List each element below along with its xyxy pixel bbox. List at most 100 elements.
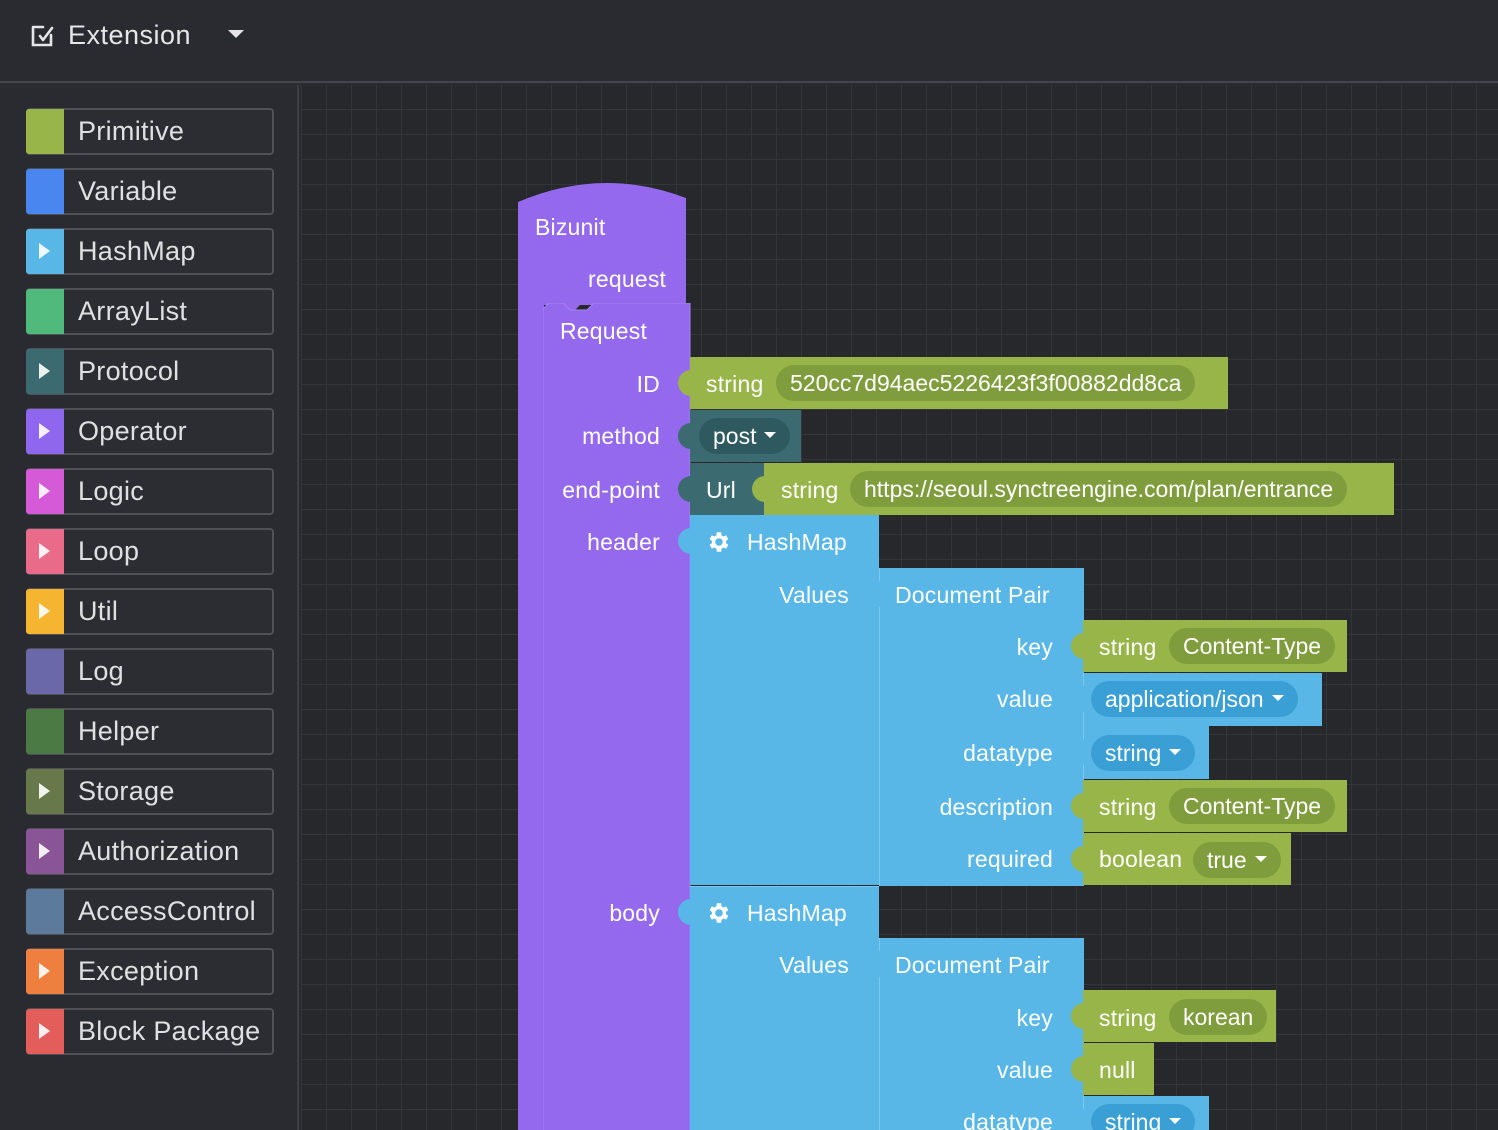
expand-arrow-icon[interactable] <box>39 1023 50 1039</box>
category-color-swatch <box>26 1009 64 1054</box>
header-pair-title: Document Pair <box>895 582 1050 608</box>
request-method-label: method <box>582 423 660 449</box>
request-title: Request <box>560 318 648 344</box>
category-protocol[interactable]: Protocol <box>26 348 274 395</box>
category-block-package[interactable]: Block Package <box>26 1008 274 1055</box>
header-document-pair-block[interactable] <box>879 568 1084 886</box>
expand-arrow-icon[interactable] <box>39 483 50 499</box>
category-color-swatch <box>26 469 64 514</box>
category-color-swatch <box>26 769 64 814</box>
expand-arrow-icon[interactable] <box>39 243 50 259</box>
body-pair-value-label: value <box>997 1057 1053 1083</box>
method-dropdown[interactable]: post <box>699 418 791 454</box>
workspace-canvas[interactable]: Bizunit request Request ID method end-po… <box>301 85 1498 1130</box>
category-color-swatch <box>26 949 64 994</box>
header-pair-required-label: required <box>967 846 1053 872</box>
extension-title: Extension <box>68 19 192 50</box>
expand-arrow-icon[interactable] <box>39 843 50 859</box>
category-label: HashMap <box>78 236 196 266</box>
body-hashmap-title: HashMap <box>747 900 847 926</box>
method-value: post <box>713 422 757 449</box>
category-log[interactable]: Log <box>26 648 274 695</box>
category-storage[interactable]: Storage <box>26 768 274 815</box>
body-key-value-text: korean <box>1183 1003 1254 1030</box>
body-value-text: null <box>1099 1057 1136 1083</box>
bizunit-title: Bizunit <box>535 214 606 240</box>
category-arraylist[interactable]: ArrayList <box>26 288 274 335</box>
id-string-type: string <box>706 371 764 397</box>
caret-down-icon <box>1169 1118 1182 1124</box>
caret-down-icon <box>1169 749 1182 755</box>
request-body-label: body <box>609 900 660 926</box>
header-key-value-text: Content-Type <box>1183 632 1322 659</box>
expand-arrow-icon[interactable] <box>39 543 50 559</box>
category-color-swatch <box>26 409 64 454</box>
category-util[interactable]: Util <box>26 588 274 635</box>
category-color-swatch <box>26 229 64 274</box>
request-id-label: ID <box>636 371 660 397</box>
category-label: Primitive <box>78 116 185 146</box>
header-pair-description-label: description <box>939 794 1053 820</box>
category-authorization[interactable]: Authorization <box>26 828 274 875</box>
header-description-value[interactable]: Content-Type <box>1169 788 1336 824</box>
category-operator[interactable]: Operator <box>26 408 274 455</box>
header-required-dropdown[interactable]: true <box>1193 842 1281 878</box>
header-required-type: boolean <box>1099 846 1183 872</box>
category-helper[interactable]: Helper <box>26 708 274 755</box>
extension-dropdown[interactable]: Extension <box>30 14 191 56</box>
category-color-swatch <box>26 649 64 694</box>
id-string-value[interactable]: 520cc7d94aec5226423f3f00882dd8ca <box>776 365 1196 401</box>
gear-icon[interactable] <box>705 529 731 555</box>
category-color-swatch <box>26 709 64 754</box>
expand-arrow-icon[interactable] <box>39 603 50 619</box>
expand-arrow-icon[interactable] <box>39 783 50 799</box>
endpoint-string-type: string <box>781 477 839 503</box>
top-bar: Extension <box>0 0 1498 83</box>
header-pair-datatype-label: datatype <box>963 740 1053 766</box>
header-key-value[interactable]: Content-Type <box>1169 628 1336 664</box>
header-value-dropdown[interactable]: application/json <box>1091 681 1298 717</box>
header-pair-value-label: value <box>997 686 1053 712</box>
edit-square-icon <box>31 25 54 47</box>
body-datatype-text: string <box>1105 1108 1162 1130</box>
endpoint-string-value[interactable]: https://seoul.synctreengine.com/plan/ent… <box>850 471 1348 507</box>
category-exception[interactable]: Exception <box>26 948 274 995</box>
body-pair-key-label: key <box>1016 1005 1053 1031</box>
category-label: Protocol <box>78 356 180 386</box>
category-logic[interactable]: Logic <box>26 468 274 515</box>
category-label: Loop <box>78 536 140 566</box>
header-datatype-text: string <box>1105 739 1162 766</box>
category-variable[interactable]: Variable <box>26 168 274 215</box>
bizunit-request-label: request <box>588 266 667 292</box>
category-label: Variable <box>78 176 178 206</box>
caret-down-icon[interactable] <box>228 30 244 38</box>
category-label: Util <box>78 596 119 626</box>
url-label: Url <box>706 477 736 503</box>
body-pair-title: Document Pair <box>895 952 1050 978</box>
category-primitive[interactable]: Primitive <box>26 108 274 155</box>
category-color-swatch <box>26 289 64 334</box>
gear-icon[interactable] <box>705 900 731 926</box>
header-pair-key-label: key <box>1016 634 1053 660</box>
header-hashmap-title: HashMap <box>747 529 847 555</box>
body-key-value[interactable]: korean <box>1169 999 1268 1035</box>
expand-arrow-icon[interactable] <box>39 963 50 979</box>
category-color-swatch <box>26 529 64 574</box>
expand-arrow-icon[interactable] <box>39 423 50 439</box>
header-datatype-dropdown[interactable]: string <box>1091 735 1196 771</box>
category-label: Log <box>78 656 124 686</box>
category-hashmap[interactable]: HashMap <box>26 228 274 275</box>
expand-arrow-icon[interactable] <box>39 363 50 379</box>
category-label: ArrayList <box>78 296 188 326</box>
body-datatype-dropdown[interactable]: string <box>1091 1104 1196 1130</box>
endpoint-string-value-text: https://seoul.synctreengine.com/plan/ent… <box>864 475 1334 502</box>
category-label: Logic <box>78 476 145 506</box>
category-accesscontrol[interactable]: AccessControl <box>26 888 274 935</box>
body-values-label: Values <box>779 952 849 978</box>
body-key-type: string <box>1099 1005 1157 1031</box>
category-loop[interactable]: Loop <box>26 528 274 575</box>
request-header-label: header <box>587 529 660 555</box>
header-hashmap-block[interactable] <box>690 515 879 885</box>
category-label: Helper <box>78 716 160 746</box>
category-color-swatch <box>26 589 64 634</box>
